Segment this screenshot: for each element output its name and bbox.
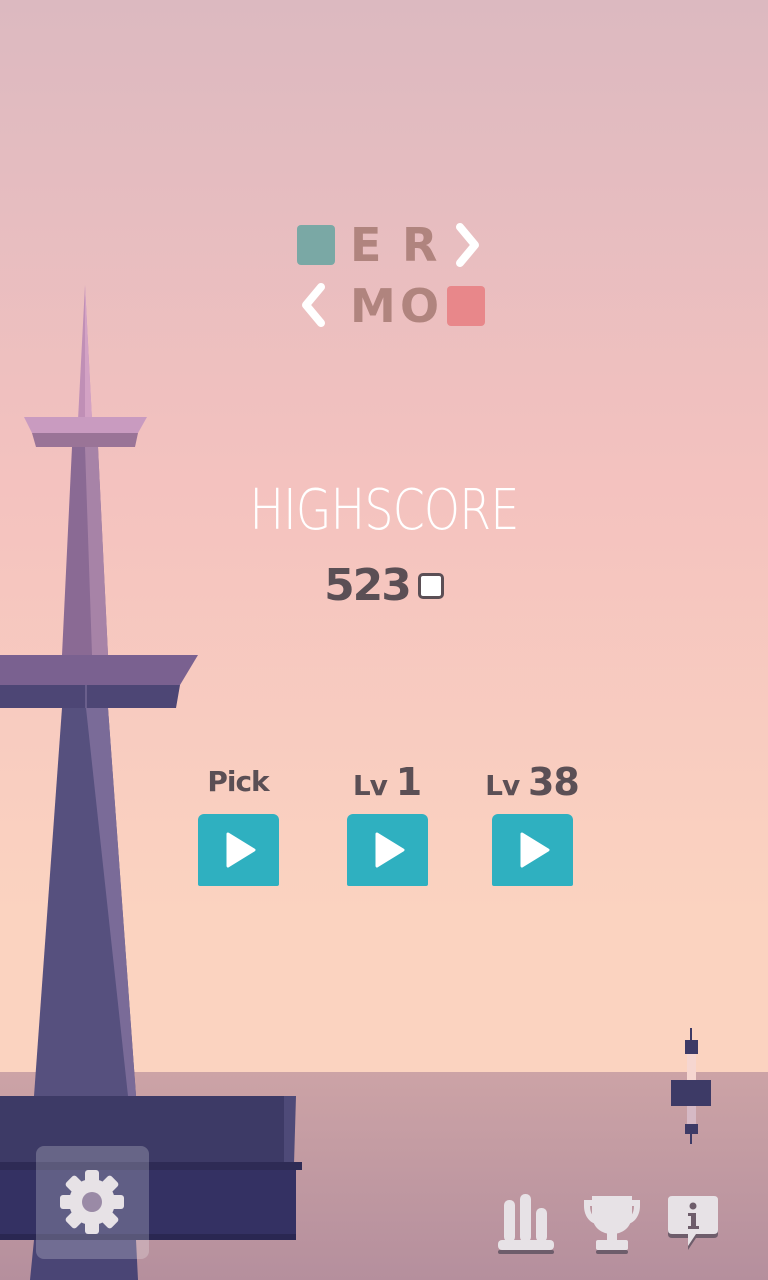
highscore-value: 523 <box>324 560 412 611</box>
logo-letter: R <box>402 218 438 272</box>
mode-level-1: Lv 1 <box>327 760 447 895</box>
settings-gear-icon <box>60 1170 124 1234</box>
leaderboard-icon[interactable] <box>496 1192 556 1256</box>
play-icon <box>520 832 549 868</box>
settings-button[interactable] <box>36 1146 149 1259</box>
highscore-label: HIGHSCORE <box>249 478 519 543</box>
mode-level-38: Lv 38 <box>472 760 592 895</box>
play-level-38-button[interactable] <box>491 814 573 895</box>
logo-square-pink <box>447 286 485 326</box>
mode-label: Lv 1 <box>327 760 447 804</box>
logo-letter: E <box>350 218 382 272</box>
chevron-left-icon <box>302 283 325 327</box>
mode-prefix: Lv <box>485 769 520 802</box>
mode-level-number: 38 <box>527 760 580 804</box>
play-icon <box>375 832 404 868</box>
mode-label: Pick <box>178 760 298 804</box>
score-cube-icon <box>417 572 444 599</box>
mode-prefix: Pick <box>207 765 269 798</box>
mode-label: Lv 38 <box>472 760 592 804</box>
logo-square-teal <box>297 225 335 265</box>
background-scene <box>0 0 768 1280</box>
trophy-icon[interactable] <box>580 1194 644 1256</box>
chevron-right-icon <box>456 223 479 267</box>
logo-letter: M <box>350 279 396 333</box>
mode-pick: Pick <box>178 760 298 895</box>
info-bubble-icon[interactable] <box>666 1194 720 1254</box>
play-pick-button[interactable] <box>197 814 279 895</box>
highscore-row: 523 <box>0 560 768 611</box>
mode-prefix: Lv <box>352 769 388 802</box>
play-level-1-button[interactable] <box>346 814 428 895</box>
mode-level-number: 1 <box>395 760 422 804</box>
logo-letter: O <box>400 279 440 333</box>
play-icon <box>226 832 255 868</box>
